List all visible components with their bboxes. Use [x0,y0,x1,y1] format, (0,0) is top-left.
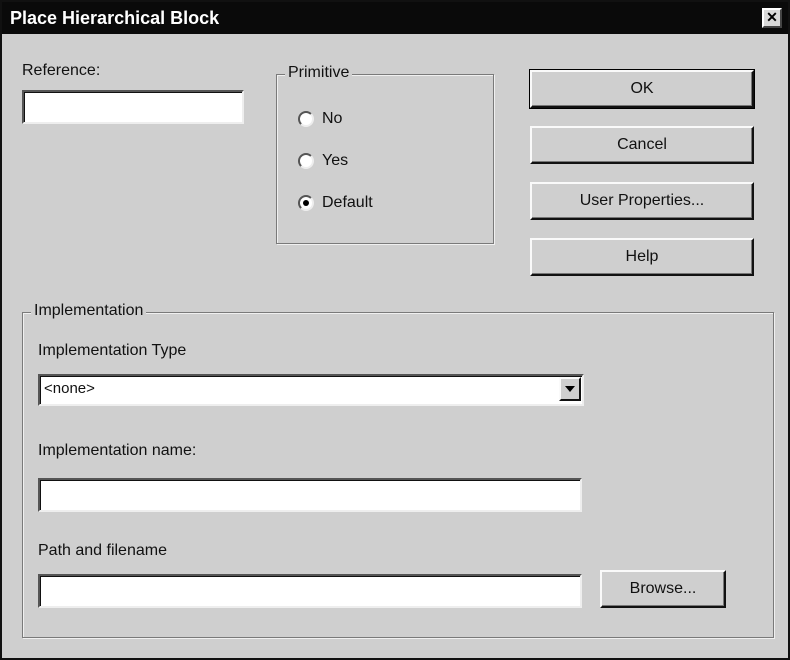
implementation-type-value: <none> [44,380,95,397]
close-icon[interactable]: ✕ [762,8,782,28]
radio-default-button[interactable] [298,195,314,211]
radio-yes-button[interactable] [298,153,314,169]
browse-button[interactable]: Browse... [600,570,726,608]
radio-no[interactable]: No [298,110,342,128]
radio-no-button[interactable] [298,111,314,127]
radio-default[interactable]: Default [298,194,373,212]
implementation-legend: Implementation [31,302,147,320]
place-hierarchical-block-dialog: Place Hierarchical Block ✕ Reference: Pr… [0,0,790,660]
path-filename-input[interactable] [38,574,582,608]
radio-default-label: Default [322,194,373,211]
user-properties-button[interactable]: User Properties... [530,182,754,220]
radio-no-label: No [322,110,343,127]
dialog-title: Place Hierarchical Block [10,7,220,28]
radio-yes[interactable]: Yes [298,152,348,170]
reference-input[interactable] [22,90,244,124]
chevron-down-icon[interactable] [559,377,581,401]
cancel-button[interactable]: Cancel [530,126,754,164]
radio-yes-label: Yes [322,152,349,169]
path-filename-label: Path and filename [38,542,167,559]
primitive-legend: Primitive [285,64,353,82]
help-button[interactable]: Help [530,238,754,276]
implementation-type-select[interactable]: <none> [38,374,584,406]
implementation-name-label: Implementation name: [38,442,197,459]
implementation-type-label: Implementation Type [38,342,187,359]
implementation-name-input[interactable] [38,478,582,512]
ok-button[interactable]: OK [529,69,755,109]
reference-label: Reference: [22,62,101,79]
title-bar: Place Hierarchical Block ✕ [2,2,788,34]
